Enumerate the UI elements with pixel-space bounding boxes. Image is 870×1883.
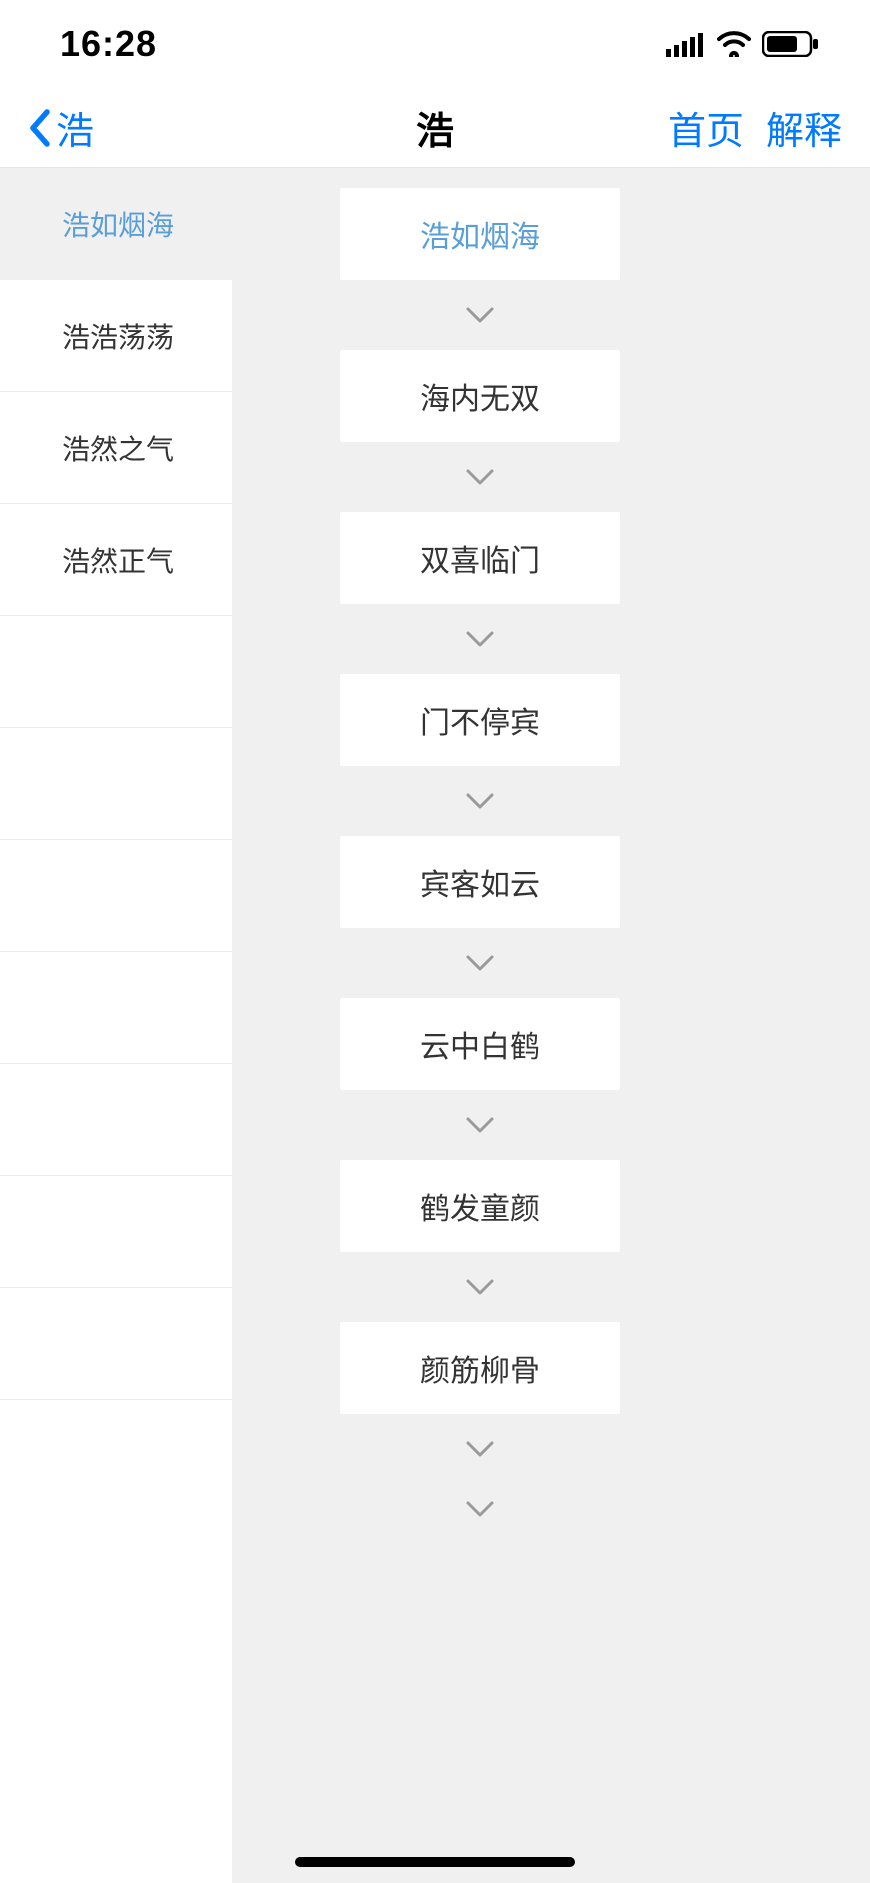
sidebar-item[interactable]: 浩浩荡荡 (0, 280, 232, 392)
chevron-down-icon (340, 1252, 620, 1322)
sidebar-item[interactable]: 浩然正气 (0, 504, 232, 616)
battery-icon (762, 31, 820, 57)
nav-title: 浩 (416, 100, 454, 155)
wifi-icon (716, 31, 752, 57)
nav-right: 首页 解释 (668, 100, 842, 155)
chain-card[interactable]: 浩如烟海 (340, 188, 620, 280)
sidebar: 浩如烟海浩浩荡荡浩然之气浩然正气 (0, 168, 232, 1883)
chain-card[interactable]: 颜筋柳骨 (340, 1322, 620, 1414)
status-icons (666, 31, 820, 57)
sidebar-item[interactable] (0, 728, 232, 840)
nav-bar: 浩 浩 首页 解释 (0, 88, 870, 168)
chain-card[interactable]: 双喜临门 (340, 512, 620, 604)
main: 浩如烟海浩浩荡荡浩然之气浩然正气 浩如烟海海内无双双喜临门门不停宾宾客如云云中白… (0, 168, 870, 1883)
chevron-left-icon (28, 108, 52, 148)
chain-card[interactable]: 云中白鹤 (340, 998, 620, 1090)
home-indicator[interactable] (295, 1857, 575, 1867)
chain-card[interactable]: 宾客如云 (340, 836, 620, 928)
signal-icon (666, 31, 706, 57)
chevron-down-icon (340, 280, 620, 350)
sidebar-item[interactable] (0, 1176, 232, 1288)
chain-card[interactable]: 鹤发童颜 (340, 1160, 620, 1252)
chevron-down-icon (340, 766, 620, 836)
nav-back-label: 浩 (56, 100, 94, 155)
sidebar-item[interactable] (0, 616, 232, 728)
chevron-down-icon (340, 1414, 620, 1484)
sidebar-item[interactable]: 浩如烟海 (0, 168, 232, 280)
nav-back[interactable]: 浩 (28, 100, 94, 155)
sidebar-item[interactable]: 浩然之气 (0, 392, 232, 504)
chevron-down-icon (340, 1090, 620, 1160)
idiom-chain: 浩如烟海海内无双双喜临门门不停宾宾客如云云中白鹤鹤发童颜颜筋柳骨 (232, 168, 870, 1883)
sidebar-item[interactable] (0, 1064, 232, 1176)
chain-card[interactable]: 海内无双 (340, 350, 620, 442)
sidebar-item[interactable] (0, 952, 232, 1064)
chain-card[interactable]: 门不停宾 (340, 674, 620, 766)
sidebar-item[interactable] (0, 840, 232, 952)
status-time: 16:28 (60, 23, 157, 65)
chevron-down-icon (340, 442, 620, 512)
status-bar: 16:28 (0, 0, 870, 88)
sidebar-item[interactable] (0, 1288, 232, 1400)
chevron-down-icon (340, 604, 620, 674)
explain-button[interactable]: 解释 (766, 100, 842, 155)
chevron-down-icon (340, 928, 620, 998)
home-button[interactable]: 首页 (668, 100, 744, 155)
chevron-down-icon (340, 1484, 620, 1534)
